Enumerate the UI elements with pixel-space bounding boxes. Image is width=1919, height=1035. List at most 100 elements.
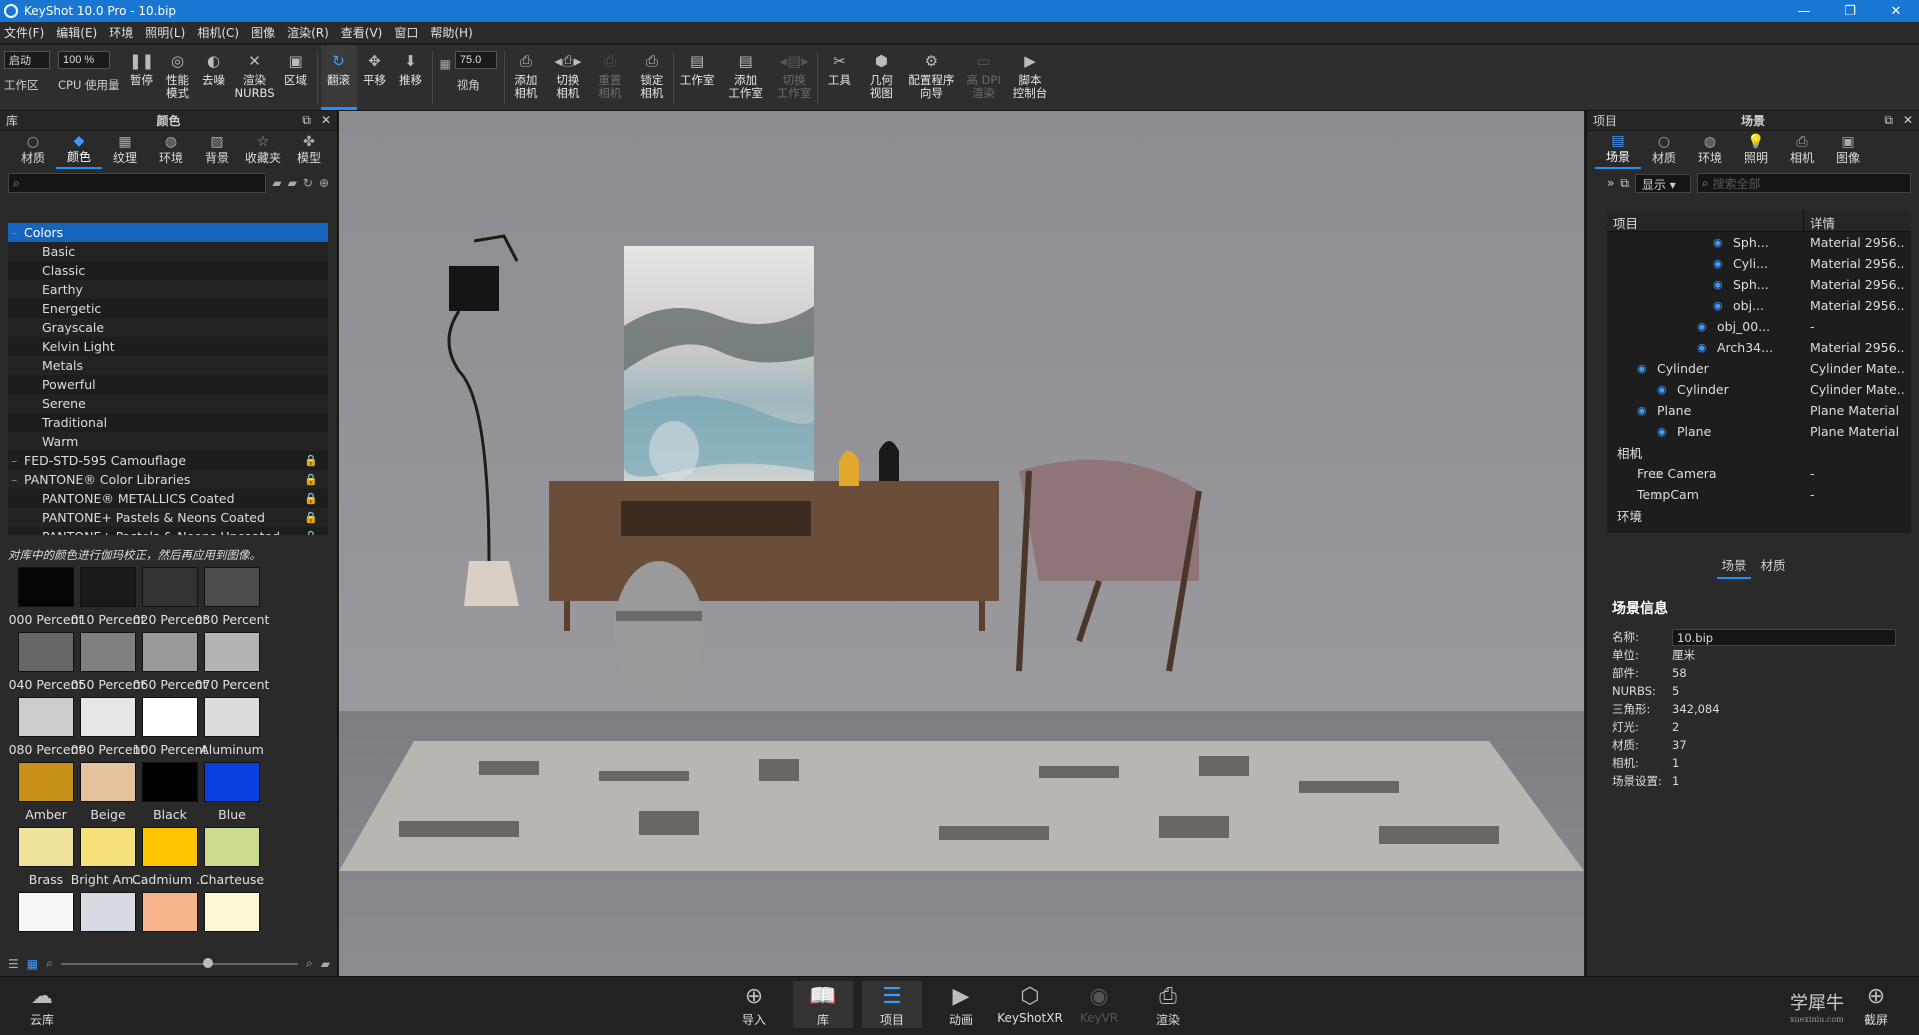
geometry-view-button[interactable]: ⬢ 几何 视图 (863, 45, 899, 110)
project-button[interactable]: ☰ 项目 (862, 981, 922, 1028)
menu-item[interactable]: 窗口 (394, 24, 418, 41)
scene-search-input[interactable]: ⌕ 搜索全部 (1696, 173, 1911, 193)
color-swatch[interactable] (194, 892, 270, 937)
tumble-button[interactable]: ↻ 翻滚 (320, 45, 357, 110)
library-folder[interactable]: – FED-STD-595 Camouflage 🔒 (8, 451, 328, 470)
scene-tree-icon[interactable]: ⧉ (1620, 176, 1629, 191)
add-studio-button[interactable]: ▤ 添加 工作室 (725, 45, 766, 110)
tab-scene[interactable]: ▤ 场景 (1595, 131, 1641, 169)
scene-tree-row[interactable]: ◉ Cyli... Material 2956... (1607, 253, 1911, 274)
tools-button[interactable]: ✂ 工具 (821, 45, 857, 110)
scene-tree-row[interactable]: ▫ 相机 (1607, 442, 1911, 463)
collapse-icon[interactable]: – (11, 470, 17, 489)
tab-favorites[interactable]: ☆ 收藏夹 (240, 131, 286, 169)
tab-backplates[interactable]: ▨ 背景 (194, 131, 240, 169)
visibility-eye-icon[interactable]: ◉ (1713, 278, 1723, 291)
tab-models[interactable]: ✤ 模型 (286, 131, 332, 169)
screenshot-button[interactable]: ⊕ 截屏 (1846, 981, 1906, 1028)
subtab-scene[interactable]: 场景 (1717, 555, 1751, 579)
library-folder[interactable]: Traditional (8, 413, 328, 432)
menu-item[interactable]: 相机(C) (197, 24, 239, 41)
grid-view-icon[interactable]: ▦ (27, 957, 38, 971)
library-folder[interactable]: Kelvin Light (8, 337, 328, 356)
nurbs-button[interactable]: ✕ 渲染 NURBS (232, 45, 278, 110)
import-button[interactable]: ⊕ 导入 (724, 981, 784, 1028)
scene-tree-row[interactable]: ◉ Plane Plane Material (1607, 400, 1911, 421)
tab-lighting[interactable]: 💡 照明 (1733, 131, 1779, 169)
slider-knob[interactable] (203, 957, 214, 968)
menu-item[interactable]: 帮助(H) (430, 24, 472, 41)
collapse-icon[interactable]: – (11, 451, 17, 470)
tab-environment[interactable]: ◍ 环境 (1687, 131, 1733, 169)
expand-icon[interactable]: » (1607, 176, 1614, 190)
undock-icon[interactable]: ⧉ (1884, 113, 1893, 128)
restore-button[interactable]: ❐ (1827, 4, 1873, 19)
script-console-button[interactable]: ▶ 脚本 控制台 (1010, 45, 1051, 110)
menu-item[interactable]: 环境 (109, 24, 133, 41)
display-dropdown[interactable]: 显示 ▾ (1634, 173, 1691, 193)
keyvr-button[interactable]: ◉ KeyVR (1069, 981, 1129, 1026)
scene-tree-row[interactable]: ◉ Sph... Material 2956... (1607, 232, 1911, 253)
scene-tree-row[interactable]: ◉ obj_00... - (1607, 316, 1911, 337)
library-folder[interactable]: Classic (8, 261, 328, 280)
add-camera-button[interactable]: ⎙ 添加 相机 (508, 45, 544, 110)
refresh-icon[interactable]: ↻ (303, 176, 313, 190)
switch-camera-button[interactable]: ◂⎙▸ 切换 相机 (550, 45, 586, 110)
tab-materials[interactable]: ○ 材质 (10, 131, 56, 169)
scene-tree-row[interactable]: ◉ Cylinder Cylinder Mate... (1607, 358, 1911, 379)
library-folder[interactable]: Basic (8, 242, 328, 261)
dolly-button[interactable]: ⬇ 推移 (393, 45, 429, 110)
render-viewport[interactable] (339, 111, 1584, 976)
library-folder[interactable]: Earthy (8, 280, 328, 299)
scene-tree-row[interactable]: ◉ Plane Plane Material (1607, 421, 1911, 442)
pause-button[interactable]: ❚❚ 暂停 (124, 45, 160, 110)
crosshair-icon[interactable]: ⊕ (319, 176, 329, 190)
color-swatch[interactable]: Charteuse (194, 827, 270, 887)
subtab-material[interactable]: 材质 (1757, 555, 1790, 579)
scene-tree-row[interactable]: ◉ Arch34... Material 2956... (1607, 337, 1911, 358)
visibility-eye-icon[interactable]: ◉ (1637, 362, 1647, 375)
cloud-library-button[interactable]: ☁ 云库 (12, 981, 72, 1028)
configurator-wizard-button[interactable]: ⚙ 配置程序 向导 (905, 45, 957, 110)
panel-close-icon[interactable]: ✕ (321, 113, 331, 128)
menu-item[interactable]: 编辑(E) (56, 24, 97, 41)
library-folder[interactable]: Warm (8, 432, 328, 451)
thumbnail-size-slider[interactable] (60, 957, 299, 968)
performance-button[interactable]: ◎ 性能 模式 (160, 45, 196, 110)
visibility-eye-icon[interactable]: ◉ (1713, 257, 1723, 270)
rendered-scene[interactable] (339, 111, 1584, 976)
visibility-eye-icon[interactable]: ◉ (1657, 425, 1667, 438)
library-folder[interactable]: – Colors (8, 223, 328, 242)
scene-tree-row[interactable]: ◉ Cylinder Cylinder Mate... (1607, 379, 1911, 400)
reset-camera-button[interactable]: ⎙ 重置 相机 (592, 45, 628, 110)
render-button[interactable]: ⎙ 渲染 (1138, 981, 1198, 1028)
panel-close-icon[interactable]: ✕ (1903, 113, 1913, 128)
library-folder[interactable]: PANTONE+ Pastels & Neons Coated 🔒 (8, 508, 328, 527)
menu-item[interactable]: 查看(V) (341, 24, 383, 41)
scene-tree-row[interactable]: ▫ Free Camera - (1607, 463, 1911, 484)
folder-add-icon[interactable]: ▰ (272, 176, 281, 190)
tab-image[interactable]: ▣ 图像 (1825, 131, 1871, 169)
library-folder[interactable]: Energetic (8, 299, 328, 318)
visibility-eye-icon[interactable]: ◉ (1713, 236, 1723, 249)
tab-environments[interactable]: ◍ 环境 (148, 131, 194, 169)
menu-item[interactable]: 图像 (251, 24, 275, 41)
menu-item[interactable]: 照明(L) (145, 24, 185, 41)
denoise-button[interactable]: ◐ 去噪 (196, 45, 232, 110)
visibility-eye-icon[interactable]: ◉ (1637, 404, 1647, 417)
scene-tree-row[interactable]: ▫ TempCam - (1607, 484, 1911, 505)
studio-button[interactable]: ▤ 工作室 (677, 45, 718, 110)
tab-colors[interactable]: ◆ 颜色 (56, 131, 102, 169)
library-folder[interactable]: Grayscale (8, 318, 328, 337)
folder-icon[interactable]: ▰ (321, 957, 330, 971)
tab-textures[interactable]: ▦ 纹理 (102, 131, 148, 169)
region-button[interactable]: ▣ 区域 (278, 45, 314, 110)
color-swatch[interactable]: 070 Percent (194, 632, 270, 692)
scene-name-field[interactable]: 10.bip (1672, 628, 1896, 646)
collapse-icon[interactable]: – (11, 223, 17, 242)
tab-camera[interactable]: ⎙ 相机 (1779, 131, 1825, 169)
workspace-select[interactable] (4, 51, 50, 69)
visibility-eye-icon[interactable]: ◉ (1697, 320, 1707, 333)
library-folder[interactable]: PANTONE® METALLICS Coated 🔒 (8, 489, 328, 508)
zoom-out-icon[interactable]: ⌕ (46, 956, 53, 971)
